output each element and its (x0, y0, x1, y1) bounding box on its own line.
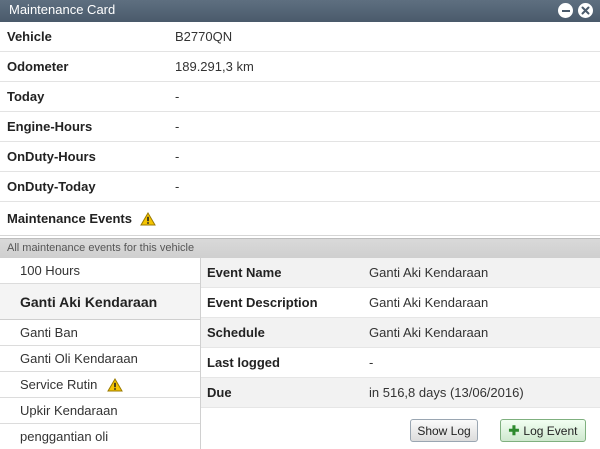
close-icon (581, 6, 590, 15)
event-name-label: Event Name (207, 265, 282, 280)
today-label: Today (7, 89, 45, 104)
schedule-value: Ganti Aki Kendaraan (369, 325, 489, 340)
list-item-label: Ganti Oli Kendaraan (20, 351, 138, 366)
log-event-button[interactable]: ✚ Log Event (500, 419, 586, 442)
list-item-label: 100 Hours (20, 263, 80, 278)
log-event-label: Log Event (523, 423, 578, 438)
event-name-value: Ganti Aki Kendaraan (369, 265, 489, 280)
due-row: Due in 516,8 days (13/06/2016) (201, 378, 600, 408)
events-subheader: All maintenance events for this vehicle (0, 238, 600, 258)
onduty-hours-label: OnDuty-Hours (7, 149, 96, 164)
event-details-panel: Event Name Ganti Aki Kendaraan Event Des… (201, 258, 600, 408)
maintenance-events-text: Maintenance Events (7, 211, 132, 226)
onduty-hours-row: OnDuty-Hours - (0, 142, 600, 172)
event-description-value: Ganti Aki Kendaraan (369, 295, 489, 310)
list-item[interactable]: Ganti Oli Kendaraan (0, 346, 200, 372)
odometer-value: 189.291,3 km (175, 59, 254, 74)
list-item[interactable]: 100 Hours (0, 258, 200, 284)
today-value: - (175, 89, 180, 104)
last-logged-value: - (369, 355, 374, 370)
odometer-label: Odometer (7, 59, 69, 74)
show-log-label: Show Log (417, 423, 471, 438)
list-item-label: Upkir Kendaraan (20, 403, 118, 418)
maintenance-events-row: Maintenance Events (0, 202, 600, 236)
list-item[interactable]: Upkir Kendaraan (0, 398, 200, 424)
onduty-hours-value: - (175, 149, 180, 164)
today-row: Today - (0, 82, 600, 112)
list-item-selected[interactable]: Ganti Aki Kendaraan (0, 284, 200, 320)
warning-icon (140, 211, 156, 225)
show-log-button[interactable]: Show Log (410, 419, 478, 442)
onduty-today-row: OnDuty-Today - (0, 172, 600, 202)
list-item[interactable]: Service Rutin (0, 372, 200, 398)
minimize-icon (561, 9, 570, 12)
vehicle-row: Vehicle B2770QN (0, 22, 600, 52)
engine-hours-label: Engine-Hours (7, 119, 93, 134)
onduty-today-label: OnDuty-Today (7, 179, 96, 194)
event-description-row: Event Description Ganti Aki Kendaraan (201, 288, 600, 318)
window-title: Maintenance Card (9, 2, 116, 17)
window-titlebar: Maintenance Card (0, 0, 600, 22)
event-name-row: Event Name Ganti Aki Kendaraan (201, 258, 600, 288)
list-item[interactable]: penggantian oli (0, 424, 200, 449)
close-button[interactable] (578, 3, 593, 18)
minimize-button[interactable] (558, 3, 573, 18)
engine-hours-value: - (175, 119, 180, 134)
plus-icon: ✚ (508, 422, 520, 438)
schedule-row: Schedule Ganti Aki Kendaraan (201, 318, 600, 348)
list-item-label: Ganti Ban (20, 325, 78, 340)
maintenance-events-list[interactable]: 100 Hours Ganti Aki Kendaraan Ganti Ban … (0, 258, 201, 449)
onduty-today-value: - (175, 179, 180, 194)
due-label: Due (207, 385, 232, 400)
list-item-label: penggantian oli (20, 429, 109, 444)
vehicle-value: B2770QN (175, 29, 233, 44)
list-item-label: Ganti Aki Kendaraan (20, 293, 158, 310)
event-description-label: Event Description (207, 295, 318, 310)
schedule-label: Schedule (207, 325, 265, 340)
odometer-row: Odometer 189.291,3 km (0, 52, 600, 82)
vehicle-label: Vehicle (7, 29, 52, 44)
engine-hours-row: Engine-Hours - (0, 112, 600, 142)
last-logged-label: Last logged (207, 355, 280, 370)
list-item[interactable]: Ganti Ban (0, 320, 200, 346)
last-logged-row: Last logged - (201, 348, 600, 378)
list-item-label: Service Rutin (20, 377, 98, 392)
due-value: in 516,8 days (13/06/2016) (369, 385, 524, 400)
warning-icon (107, 377, 124, 391)
vehicle-info-panel: Vehicle B2770QN Odometer 189.291,3 km To… (0, 22, 600, 236)
maintenance-events-label: Maintenance Events (0, 211, 156, 226)
